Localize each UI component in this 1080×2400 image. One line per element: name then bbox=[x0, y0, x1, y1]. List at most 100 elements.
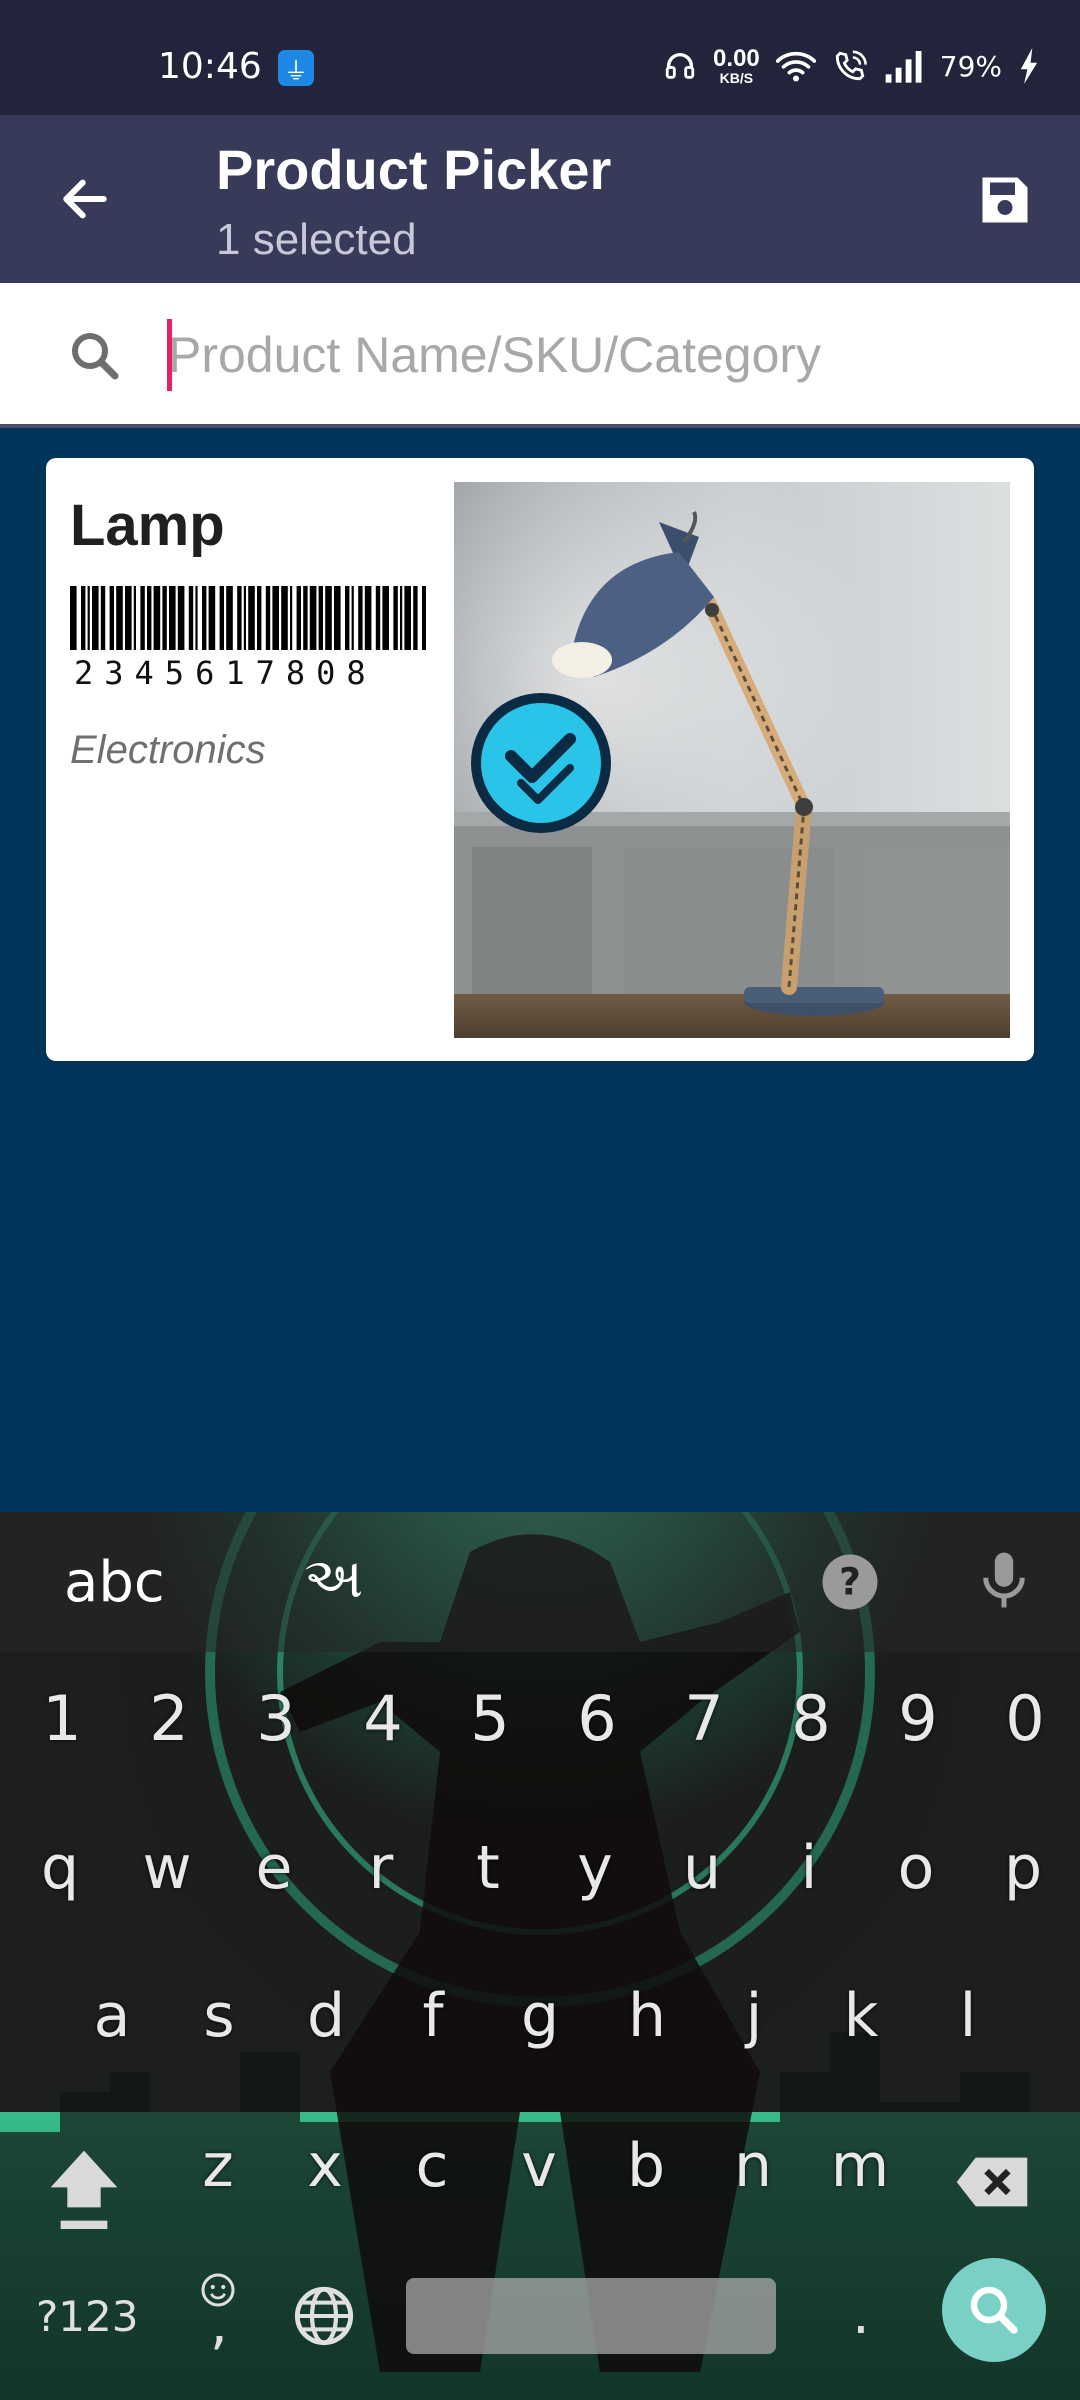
back-button[interactable] bbox=[40, 157, 130, 241]
barcode-bar bbox=[351, 586, 354, 650]
barcode-bar bbox=[422, 586, 426, 650]
globe-icon[interactable] bbox=[292, 2284, 356, 2348]
barcode-bar bbox=[177, 586, 185, 650]
keyboard-theme-background bbox=[0, 1512, 1080, 2400]
product-name: Lamp bbox=[70, 493, 225, 558]
selected-check-icon[interactable] bbox=[466, 688, 616, 838]
key-k[interactable]: k bbox=[821, 1986, 901, 2046]
barcode-bar bbox=[162, 586, 167, 650]
key-a[interactable]: a bbox=[72, 1986, 152, 2046]
barcode-bar bbox=[325, 586, 332, 650]
barcode-bar bbox=[116, 586, 123, 650]
svg-text:?: ? bbox=[839, 1560, 861, 1604]
key-j[interactable]: j bbox=[714, 1986, 794, 2046]
key-8[interactable]: 8 bbox=[771, 1688, 851, 1750]
status-time: 10:46 bbox=[158, 46, 262, 87]
barcode-bar bbox=[334, 586, 341, 650]
barcode-bar bbox=[237, 586, 242, 650]
barcode-bar bbox=[248, 586, 255, 650]
key-f[interactable]: f bbox=[393, 1986, 473, 2046]
key-g[interactable]: g bbox=[500, 1986, 580, 2046]
key-1[interactable]: 1 bbox=[22, 1688, 102, 1750]
key-o[interactable]: o bbox=[876, 1838, 956, 1898]
barcode-bar bbox=[125, 586, 132, 650]
key-z[interactable]: z bbox=[178, 2136, 258, 2196]
barcode-bar bbox=[133, 586, 136, 650]
barcode-bar bbox=[296, 586, 301, 650]
app-bar: Product Picker 1 selected bbox=[0, 115, 1080, 283]
key-y[interactable]: y bbox=[555, 1838, 635, 1898]
key-5[interactable]: 5 bbox=[450, 1688, 530, 1750]
backspace-icon[interactable] bbox=[954, 2154, 1030, 2210]
battery-level: 79% bbox=[939, 49, 1002, 83]
key-i[interactable]: i bbox=[769, 1838, 849, 1898]
product-card[interactable]: Lamp 2345617808 Electronics bbox=[46, 458, 1034, 1061]
barcode-bar bbox=[290, 586, 293, 650]
barcode-bar bbox=[202, 586, 207, 650]
key-l[interactable]: l bbox=[928, 1986, 1008, 2046]
key-p[interactable]: p bbox=[983, 1838, 1063, 1898]
barcode-bar bbox=[265, 586, 271, 650]
shift-icon[interactable] bbox=[44, 2144, 124, 2234]
key-7[interactable]: 7 bbox=[664, 1688, 744, 1750]
key-v[interactable]: v bbox=[499, 2136, 579, 2196]
barcode-bar bbox=[219, 586, 224, 650]
key-6[interactable]: 6 bbox=[557, 1688, 637, 1750]
key-w[interactable]: w bbox=[127, 1838, 207, 1898]
keyboard-search-button[interactable] bbox=[942, 2258, 1046, 2362]
key-4[interactable]: 4 bbox=[343, 1688, 423, 1750]
key-d[interactable]: d bbox=[286, 1986, 366, 2046]
barcode-bar bbox=[195, 586, 198, 650]
key-2[interactable]: 2 bbox=[129, 1688, 209, 1750]
key-x[interactable]: x bbox=[285, 2136, 365, 2196]
page-title: Product Picker bbox=[216, 138, 612, 201]
barcode-bar bbox=[100, 586, 106, 650]
key-b[interactable]: b bbox=[606, 2136, 686, 2196]
keyboard-mode-abc[interactable]: abc bbox=[64, 1550, 165, 1615]
status-bar: 10:46 ⏚ 0.00 KB/S 79% bbox=[0, 0, 1080, 115]
back-arrow-icon bbox=[63, 179, 107, 219]
key-9[interactable]: 9 bbox=[878, 1688, 958, 1750]
key-t[interactable]: t bbox=[448, 1838, 528, 1898]
key-3[interactable]: 3 bbox=[236, 1688, 316, 1750]
space-key[interactable] bbox=[406, 2278, 776, 2354]
barcode-bar bbox=[318, 586, 323, 650]
barcode-bar bbox=[140, 586, 145, 650]
search-input[interactable] bbox=[168, 317, 1048, 393]
product-sku: 2345617808 bbox=[74, 654, 377, 692]
barcode-bar bbox=[309, 586, 317, 650]
key-h[interactable]: h bbox=[607, 1986, 687, 2046]
key-r[interactable]: r bbox=[341, 1838, 421, 1898]
barcode-bar bbox=[226, 586, 233, 650]
comma-key[interactable]: , bbox=[210, 2292, 228, 2357]
barcode-bar bbox=[153, 586, 161, 650]
barcode-bar bbox=[345, 586, 350, 650]
barcode-bar bbox=[404, 586, 411, 650]
key-q[interactable]: q bbox=[20, 1838, 100, 1898]
key-n[interactable]: n bbox=[713, 2136, 793, 2196]
search-bar bbox=[0, 283, 1080, 428]
soft-keyboard: abc અ ? 1234567890 qwertyuiop asdfghjkl … bbox=[0, 1512, 1080, 2400]
key-e[interactable]: e bbox=[234, 1838, 314, 1898]
barcode-bar bbox=[393, 586, 398, 650]
headphones-icon bbox=[665, 53, 695, 79]
net-speed-value: 0.00 bbox=[713, 45, 760, 72]
barcode-bar bbox=[208, 586, 216, 650]
signal-icon bbox=[885, 51, 922, 83]
help-icon[interactable]: ? bbox=[820, 1552, 880, 1612]
key-c[interactable]: c bbox=[392, 2136, 472, 2196]
barcode-bar bbox=[87, 586, 90, 650]
net-speed: 0.00 KB/S bbox=[713, 45, 760, 86]
mic-icon[interactable] bbox=[976, 1548, 1032, 1612]
keyboard-language-switch[interactable]: અ bbox=[304, 1546, 363, 1612]
key-0[interactable]: 0 bbox=[985, 1688, 1065, 1750]
status-icons: 0.00 KB/S 79% bbox=[663, 44, 1040, 88]
key-s[interactable]: s bbox=[179, 1986, 259, 2046]
barcode-bar bbox=[169, 586, 176, 650]
key-u[interactable]: u bbox=[662, 1838, 742, 1898]
symbols-key[interactable]: ?123 bbox=[36, 2292, 138, 2341]
barcode-bar bbox=[188, 586, 194, 650]
save-button[interactable] bbox=[960, 155, 1050, 245]
period-key[interactable]: . bbox=[852, 2282, 870, 2347]
key-m[interactable]: m bbox=[820, 2136, 900, 2196]
